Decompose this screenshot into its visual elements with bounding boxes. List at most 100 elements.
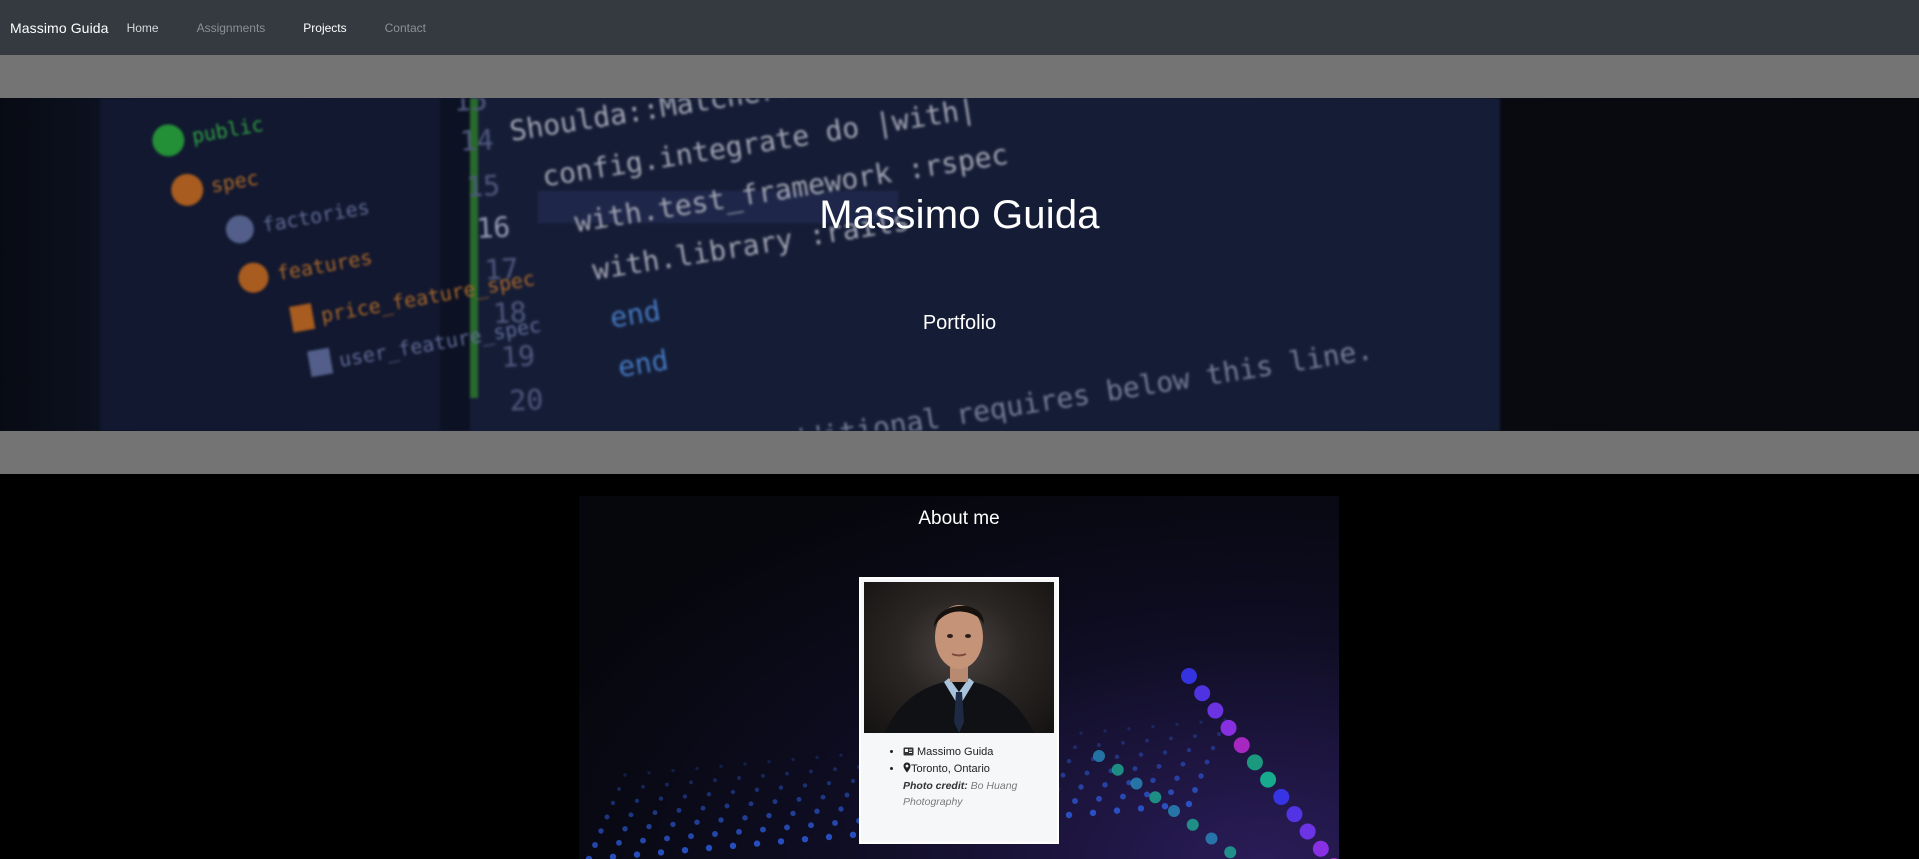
- led-dot: [694, 819, 700, 825]
- led-dot: [1175, 722, 1179, 727]
- portrait-illustration: [884, 605, 1034, 733]
- led-dot: [820, 794, 826, 800]
- led-dot: [777, 838, 785, 845]
- top-navbar: Massimo Guida Home Assignments Projects …: [0, 0, 1919, 55]
- led-glow-dot: [1207, 702, 1224, 719]
- nav-link-projects[interactable]: Projects: [303, 21, 346, 35]
- led-glow-dot: [1111, 763, 1124, 776]
- photo-credit: Photo credit: Bo Huang Photography: [903, 778, 1053, 810]
- led-glow-dot: [1299, 823, 1316, 840]
- led-dot: [1097, 743, 1101, 747]
- led-dot: [790, 810, 796, 817]
- led-dot: [849, 831, 857, 838]
- led-dot: [815, 755, 819, 760]
- led-dot: [838, 806, 844, 812]
- led-dot: [1073, 745, 1077, 750]
- hero-overlay: [0, 98, 1919, 431]
- led-dot: [1084, 770, 1090, 776]
- led-dot: [825, 833, 833, 841]
- led-dot: [665, 782, 669, 787]
- led-dot: [1144, 791, 1150, 798]
- led-glow-dot: [1233, 737, 1250, 754]
- led-dot: [604, 814, 610, 820]
- led-dot: [1192, 787, 1198, 793]
- led-dot: [832, 820, 838, 826]
- led-glow-dot: [1093, 750, 1105, 762]
- led-dot: [598, 828, 604, 834]
- led-dot: [1114, 754, 1120, 759]
- led-dot: [814, 808, 820, 814]
- led-dot: [1198, 773, 1204, 779]
- led-dot: [705, 844, 713, 852]
- led-dot: [658, 796, 664, 801]
- led-dot: [778, 785, 784, 790]
- led-dot: [1168, 789, 1174, 796]
- led-dot: [1103, 729, 1107, 733]
- led-dot: [1145, 738, 1149, 743]
- led-dot: [1113, 807, 1121, 814]
- led-dot: [1127, 727, 1131, 731]
- led-dot: [791, 757, 795, 762]
- led-dot: [1180, 761, 1186, 767]
- led-dot: [1210, 745, 1216, 751]
- led-dot: [628, 812, 634, 818]
- led-dot: [801, 836, 809, 843]
- spacer-band-top: [0, 55, 1919, 98]
- led-dot: [617, 787, 621, 791]
- led-dot: [682, 794, 688, 799]
- led-dot: [1150, 777, 1156, 784]
- led-dot: [610, 800, 616, 806]
- led-dot: [718, 817, 724, 823]
- led-glow-dot: [1273, 788, 1290, 805]
- led-dot: [784, 824, 790, 831]
- led-dot: [1078, 784, 1084, 790]
- nav-link-assignments[interactable]: Assignments: [197, 21, 266, 35]
- led-dot: [640, 837, 646, 844]
- led-dot: [1199, 720, 1203, 724]
- led-dot: [1079, 731, 1083, 735]
- led-glow-dot: [1181, 668, 1197, 684]
- led-dot: [1132, 766, 1138, 772]
- led-dot: [1120, 793, 1126, 800]
- led-dot: [743, 762, 747, 766]
- about-title: About me: [918, 508, 1000, 529]
- hero-subtitle: Portfolio: [922, 312, 997, 334]
- led-dot: [724, 803, 730, 809]
- profile-name: Massimo Guida: [917, 746, 994, 758]
- led-dot: [657, 849, 665, 856]
- led-dot: [652, 810, 658, 816]
- led-dot: [754, 787, 760, 792]
- led-dot: [713, 778, 717, 783]
- led-dot: [1066, 759, 1072, 764]
- led-dot: [796, 796, 802, 802]
- led-dot: [671, 768, 675, 773]
- led-dot: [1121, 740, 1125, 745]
- led-dot: [634, 798, 640, 803]
- profile-photo: [864, 582, 1054, 733]
- led-dot: [1169, 736, 1173, 741]
- led-dot: [1174, 775, 1180, 781]
- led-dot: [808, 822, 814, 829]
- led-dot: [760, 826, 766, 833]
- led-dot: [729, 842, 737, 849]
- led-dot: [766, 812, 772, 819]
- led-glow-dot: [1224, 846, 1237, 859]
- led-glow-dot: [1194, 685, 1211, 702]
- led-dot: [748, 801, 754, 807]
- led-dot: [850, 778, 856, 784]
- hero-title: Massimo Guida: [819, 193, 1100, 237]
- nav-link-contact[interactable]: Contact: [385, 21, 426, 35]
- led-dot: [1185, 800, 1193, 808]
- map-marker-icon: [903, 762, 911, 778]
- led-dot: [664, 835, 670, 842]
- led-dot: [623, 773, 627, 777]
- led-glow-dot: [1246, 754, 1263, 771]
- led-dot: [785, 771, 789, 776]
- profile-location: Toronto, Ontario: [911, 763, 990, 775]
- nav-link-home[interactable]: Home: [127, 21, 159, 35]
- profile-name-item: Massimo Guida: [903, 744, 1053, 761]
- brand-link[interactable]: Massimo Guida: [10, 20, 109, 36]
- led-dot: [646, 823, 652, 830]
- led-dot: [712, 831, 718, 837]
- led-glow-dot: [1168, 805, 1180, 817]
